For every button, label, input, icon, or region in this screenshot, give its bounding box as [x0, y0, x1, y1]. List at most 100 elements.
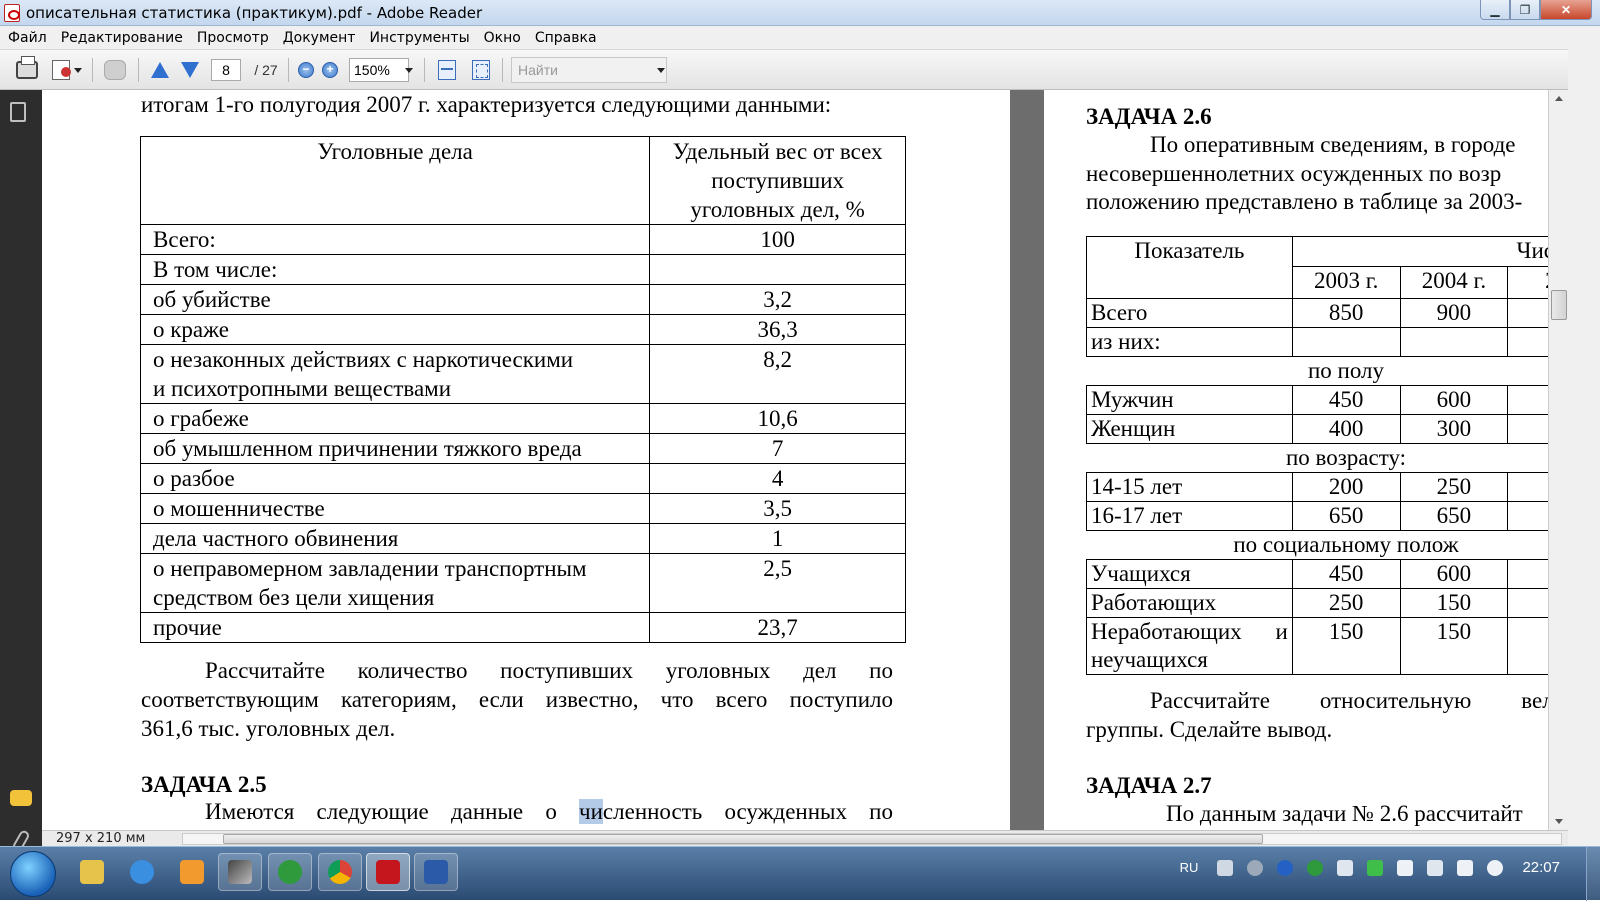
table-row: из них:: [1086, 327, 1548, 357]
pages-icon[interactable]: [10, 102, 26, 122]
convicts-table-body: Всего8509001из них:по полуМужчин4506001Ж…: [1086, 298, 1548, 675]
next-page-button[interactable]: [178, 58, 202, 82]
scroll-up-icon[interactable]: [1555, 96, 1563, 101]
scroll-thumb[interactable]: [1551, 290, 1567, 320]
network-signal-icon[interactable]: [1457, 859, 1474, 876]
share-icon: [104, 60, 126, 80]
year-value: [1399, 327, 1509, 357]
taskbar-utorrent[interactable]: [268, 853, 312, 891]
header-year-next: 20: [1507, 266, 1548, 299]
taskbar-word[interactable]: [414, 853, 458, 891]
table-row: дела частного обвинения 1: [139, 523, 906, 554]
fit-width-icon: [472, 60, 490, 80]
clock[interactable]: 22:07: [1522, 859, 1560, 876]
indicator-label: Работающих: [1086, 588, 1293, 618]
previous-page-button[interactable]: [148, 58, 172, 82]
toolbar-separator: [502, 58, 503, 82]
volume-icon[interactable]: [1487, 859, 1504, 876]
year-value: 650: [1291, 501, 1401, 531]
zoom-in-button[interactable]: +: [320, 58, 340, 82]
tray-security-icon[interactable]: [1367, 859, 1384, 876]
menu-view[interactable]: Просмотр: [197, 30, 269, 46]
action-center-flag-icon[interactable]: [1397, 859, 1414, 876]
header-year-2003: 2003 г.: [1291, 266, 1401, 299]
crime-category: о неправомерном завладении транспортным с…: [139, 553, 651, 613]
zoom-level-select[interactable]: 150%: [349, 58, 409, 82]
menu-window[interactable]: Окно: [484, 30, 521, 46]
taskbar-chrome[interactable]: [318, 853, 362, 891]
menu-edit[interactable]: Редактирование: [61, 30, 183, 46]
task-2-5-text: Имеются следующие данные о численность о…: [205, 799, 893, 824]
search-input[interactable]: Найти: [511, 57, 667, 83]
menu-file[interactable]: Файл: [8, 30, 47, 46]
pdf-page-left: итогам 1-го полугодия 2007 г. характериз…: [42, 90, 1010, 830]
utorrent-icon: [278, 860, 302, 884]
text-selection[interactable]: чи: [579, 799, 603, 824]
taskbar-media-player[interactable]: [170, 853, 214, 891]
create-pdf-icon: [52, 60, 71, 80]
crime-category: о краже: [139, 314, 651, 345]
tray-link-icon[interactable]: [1337, 859, 1354, 876]
status-bar: 297 x 210 мм: [42, 830, 1568, 846]
close-button[interactable]: ✕: [1540, 0, 1592, 20]
share-button[interactable]: [102, 58, 128, 82]
task-2-6-question-line-1: Рассчитайте относительную вели: [1150, 688, 1548, 713]
section-label: по полу: [1086, 356, 1548, 386]
toolbar-separator: [138, 58, 139, 82]
fit-page-icon: [438, 60, 456, 80]
menu-tools[interactable]: Инструменты: [369, 30, 469, 46]
toolbar: 8 / 27 − + 150% Найти: [0, 50, 1600, 90]
horizontal-scrollbar[interactable]: [182, 833, 1562, 845]
year-value: 1: [1507, 617, 1548, 675]
adobe-reader-icon: [376, 860, 400, 884]
crime-share-value: 23,7: [649, 612, 906, 643]
language-indicator[interactable]: RU: [1180, 860, 1199, 875]
vertical-scrollbar[interactable]: [1548, 90, 1568, 830]
year-value: 150: [1399, 588, 1509, 618]
utorrent-tray-icon[interactable]: [1307, 859, 1324, 876]
internet-explorer-icon: [130, 860, 154, 884]
table-row: Женщин4003001: [1086, 414, 1548, 444]
minimize-button[interactable]: ▁: [1480, 0, 1510, 20]
comment-icon[interactable]: [10, 790, 32, 806]
crime-share-value: 2,5: [649, 553, 906, 613]
create-pdf-button[interactable]: [50, 58, 84, 82]
media-player-icon: [180, 860, 204, 884]
year-value: 250: [1291, 588, 1401, 618]
restore-button[interactable]: ❐: [1510, 0, 1540, 20]
indicator-label: Неработающих и неучащихся: [1086, 617, 1293, 675]
zoom-dropdown-button[interactable]: [402, 58, 416, 82]
fit-page-button[interactable]: [436, 58, 458, 82]
year-value: 2: [1507, 472, 1548, 502]
table-row: 16-17 лет6506508: [1086, 501, 1548, 531]
search-dropdown-button[interactable]: [654, 58, 668, 82]
battery-icon[interactable]: [1427, 859, 1444, 876]
taskbar-app[interactable]: [218, 853, 262, 891]
year-value: 1: [1507, 414, 1548, 444]
task-paragraph-line-2: соответствующим категориям, если известн…: [141, 687, 893, 712]
taskbar-adobe-reader[interactable]: [366, 853, 410, 891]
fit-width-button[interactable]: [470, 58, 492, 82]
navigation-panel: [0, 90, 42, 854]
scroll-down-icon[interactable]: [1555, 819, 1563, 824]
menu-document[interactable]: Документ: [283, 30, 356, 46]
header-criminal-cases: Уголовные дела: [139, 136, 651, 225]
zoom-out-button[interactable]: −: [296, 58, 316, 82]
tray-disk-icon[interactable]: [1247, 859, 1264, 876]
page-number-input[interactable]: 8: [211, 59, 241, 81]
window-title: описательная статистика (практикум).pdf …: [26, 4, 483, 22]
print-button[interactable]: [14, 56, 40, 82]
taskbar-internet-explorer[interactable]: [120, 853, 164, 891]
start-button[interactable]: [10, 851, 56, 897]
taskbar-explorer[interactable]: [70, 853, 114, 891]
indicator-label: Учащихся: [1086, 559, 1293, 589]
menu-help[interactable]: Справка: [535, 30, 597, 46]
horizontal-scroll-thumb[interactable]: [223, 834, 1263, 844]
crime-share-value: 7: [649, 433, 906, 464]
tray-app-icon[interactable]: [1217, 859, 1234, 876]
table-row: Мужчин4506001: [1086, 385, 1548, 415]
app-triangle-icon: [228, 860, 252, 884]
show-desktop-button[interactable]: [1586, 847, 1600, 901]
year-value: 2: [1507, 588, 1548, 618]
bluetooth-icon[interactable]: [1277, 859, 1294, 876]
